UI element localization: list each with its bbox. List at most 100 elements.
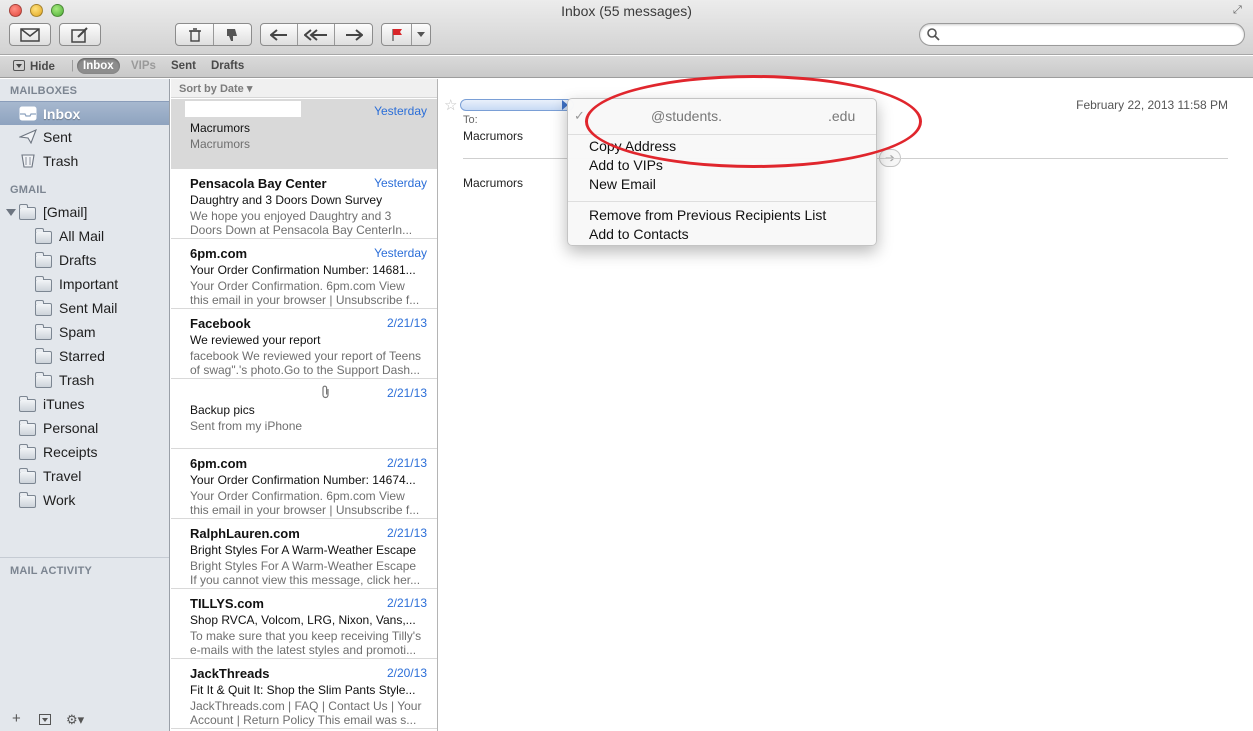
folder-icon bbox=[35, 300, 52, 316]
flag-menu-button[interactable] bbox=[412, 24, 430, 45]
sidebar-item-gmail[interactable]: [Gmail] bbox=[0, 200, 169, 224]
message-row[interactable]: 2/21/13 Backup pics Sent from my iPhone bbox=[171, 379, 437, 449]
sidebar-item-personal[interactable]: Personal bbox=[0, 416, 169, 440]
sidebar-item-travel[interactable]: Travel bbox=[0, 464, 169, 488]
sidebar-item-label: Sent Mail bbox=[59, 300, 118, 316]
junk-button[interactable] bbox=[214, 24, 251, 45]
message-row[interactable]: 6pm.com Yesterday Your Order Confirmatio… bbox=[171, 239, 437, 309]
sidebar-item-label: Sent bbox=[43, 129, 72, 145]
folder-icon bbox=[19, 396, 36, 412]
menu-item-remove-from-recipients[interactable]: Remove from Previous Recipients List bbox=[589, 207, 826, 223]
message-list: Sort by Date ▾ Yesterday Macrumors Macru… bbox=[171, 79, 438, 731]
sidebar-item-all-mail[interactable]: All Mail bbox=[0, 224, 169, 248]
message-sender: 6pm.com bbox=[190, 246, 248, 261]
message-date: 2/21/13 bbox=[386, 596, 427, 610]
get-mail-button[interactable] bbox=[9, 23, 51, 46]
sender-address-token[interactable] bbox=[460, 99, 574, 111]
message-subject: Daughtry and 3 Doors Down Survey bbox=[190, 193, 383, 207]
folder-icon bbox=[19, 492, 36, 508]
sidebar-item-drafts[interactable]: Drafts bbox=[0, 248, 169, 272]
message-preview: We hope you enjoyed Daughtry and 3 Doors… bbox=[190, 209, 413, 237]
search-field[interactable] bbox=[919, 23, 1245, 46]
to-label: To: bbox=[463, 114, 478, 126]
compose-button[interactable] bbox=[59, 23, 101, 46]
sidebar-item-inbox[interactable]: Inbox bbox=[0, 101, 169, 125]
folder-icon bbox=[19, 204, 36, 220]
forward-icon bbox=[345, 28, 363, 41]
message-row[interactable]: Yesterday Macrumors Macrumors bbox=[171, 99, 437, 169]
sidebar-item-label: Trash bbox=[43, 153, 79, 169]
folder-icon bbox=[35, 228, 52, 244]
sidebar-item-itunes[interactable]: iTunes bbox=[0, 392, 169, 416]
show-hide-button[interactable] bbox=[39, 713, 51, 728]
message-row[interactable]: RalphLauren.com 2/21/13 Bright Styles Fo… bbox=[171, 519, 437, 589]
forward-button[interactable] bbox=[335, 24, 372, 45]
message-sender: RalphLauren.com bbox=[190, 526, 300, 541]
sidebar-item-receipts[interactable]: Receipts bbox=[0, 440, 169, 464]
favorite-vips[interactable]: VIPs bbox=[131, 60, 156, 72]
menu-item-add-to-vips[interactable]: Add to VIPs bbox=[589, 157, 663, 173]
folder-icon bbox=[35, 372, 52, 388]
sidebar-footer: + ⚙▾ bbox=[0, 709, 169, 731]
favorites-bar: Hide | Inbox VIPs Sent Drafts bbox=[0, 56, 1253, 78]
mail-activity-header: MAIL ACTIVITY bbox=[10, 565, 93, 577]
message-date: Yesterday bbox=[374, 246, 427, 260]
hide-sidebar-icon bbox=[39, 714, 51, 725]
sidebar-divider[interactable] bbox=[0, 557, 169, 558]
disclosure-triangle-icon[interactable] bbox=[6, 209, 16, 216]
message-subject: Bright Styles For A Warm-Weather Escape bbox=[190, 543, 417, 557]
message-preview: Your Order Confirmation. 6pm.com View th… bbox=[190, 489, 420, 517]
compose-icon bbox=[71, 26, 88, 43]
search-input[interactable] bbox=[944, 26, 1234, 43]
redacted-sender bbox=[185, 101, 301, 117]
reply-button[interactable] bbox=[261, 24, 298, 45]
menu-item-new-email[interactable]: New Email bbox=[589, 176, 656, 192]
message-row[interactable]: Pensacola Bay Center Yesterday Daughtry … bbox=[171, 169, 437, 239]
reply-all-button[interactable] bbox=[298, 24, 335, 45]
star-icon[interactable]: ☆ bbox=[444, 96, 457, 114]
trash-icon bbox=[188, 27, 201, 42]
menu-item-add-to-contacts[interactable]: Add to Contacts bbox=[589, 226, 689, 242]
menu-address-domain: @students. bbox=[651, 108, 723, 124]
sidebar-item-trash[interactable]: Trash bbox=[0, 149, 169, 173]
hide-mailboxes-button[interactable]: Hide bbox=[13, 60, 55, 73]
mail-window: Inbox (55 messages) ⤢ Hide | Inbox VIPs … bbox=[0, 0, 1253, 731]
sidebar-item-sent[interactable]: Sent bbox=[0, 125, 169, 149]
sidebar-item-spam[interactable]: Spam bbox=[0, 320, 169, 344]
red-flag-icon bbox=[391, 28, 402, 41]
message-row[interactable]: Facebook 2/21/13 We reviewed your report… bbox=[171, 309, 437, 379]
reply-icon bbox=[270, 28, 287, 41]
delete-button[interactable] bbox=[177, 24, 214, 45]
message-sender: JackThreads bbox=[190, 666, 270, 681]
message-datetime: February 22, 2013 11:58 PM bbox=[1076, 98, 1228, 112]
sidebar-item-sent-mail[interactable]: Sent Mail bbox=[0, 296, 169, 320]
sort-by-date[interactable]: Sort by Date ▾ bbox=[171, 79, 437, 98]
message-sender: Facebook bbox=[190, 316, 251, 331]
folder-icon bbox=[19, 420, 36, 436]
message-date: Yesterday bbox=[374, 104, 427, 118]
message-row[interactable]: 6pm.com 2/21/13 Your Order Confirmation … bbox=[171, 449, 437, 519]
sidebar-item-work[interactable]: Work bbox=[0, 488, 169, 512]
fullscreen-icon[interactable]: ⤢ bbox=[1233, 4, 1245, 16]
folder-icon bbox=[35, 348, 52, 364]
sidebar-item-gmail-trash[interactable]: Trash bbox=[0, 368, 169, 392]
window-title: Inbox (55 messages) bbox=[561, 3, 692, 19]
message-sender: 6pm.com bbox=[190, 456, 248, 471]
favorite-drafts[interactable]: Drafts bbox=[211, 60, 244, 72]
message-date: 2/21/13 bbox=[386, 316, 427, 330]
sidebar-item-important[interactable]: Important bbox=[0, 272, 169, 296]
sidebar-item-starred[interactable]: Starred bbox=[0, 344, 169, 368]
message-subject: Your Order Confirmation Number: 14674... bbox=[190, 473, 416, 487]
favorite-inbox[interactable]: Inbox bbox=[77, 58, 120, 74]
message-row[interactable]: TILLYS.com 2/21/13 Shop RVCA, Volcom, LR… bbox=[171, 589, 437, 659]
flag-button[interactable] bbox=[382, 24, 412, 45]
action-gear-button[interactable]: ⚙▾ bbox=[66, 712, 84, 728]
message-date: 2/21/13 bbox=[386, 456, 427, 470]
message-row[interactable]: JackThreads 2/20/13 Fit It & Quit It: Sh… bbox=[171, 659, 437, 729]
add-mailbox-button[interactable]: + bbox=[12, 710, 21, 727]
reply-segment bbox=[260, 23, 373, 46]
menu-item-copy-address[interactable]: Copy Address bbox=[589, 138, 676, 154]
favorite-sent[interactable]: Sent bbox=[171, 60, 196, 72]
flag-segment bbox=[381, 23, 431, 46]
message-preview: Sent from my iPhone bbox=[190, 419, 303, 433]
